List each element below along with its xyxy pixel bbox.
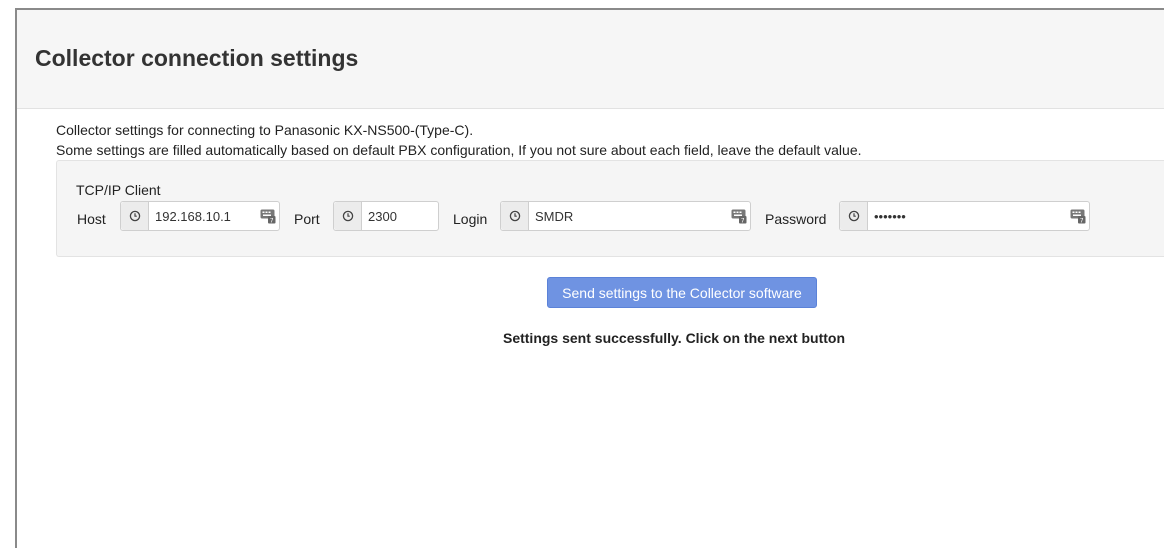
page-title: Collector connection settings [35, 45, 359, 71]
svg-text:7: 7 [270, 217, 274, 224]
password-label: Password [765, 211, 827, 227]
host-input-group: 7 [120, 201, 280, 231]
keyboard-icon[interactable]: 7 [728, 202, 750, 230]
svg-text:7: 7 [1080, 217, 1084, 224]
send-settings-button[interactable]: Send settings to the Collector software [547, 277, 817, 308]
clock-icon [334, 202, 362, 230]
settings-window: Collector connection settings Collector … [15, 8, 1164, 548]
password-input[interactable] [868, 202, 1067, 230]
host-label: Host [77, 211, 106, 227]
clock-icon [840, 202, 868, 230]
page-header: Collector connection settings [17, 10, 1164, 109]
login-label: Login [453, 211, 488, 227]
login-input[interactable] [529, 202, 728, 230]
description-line-2: Some settings are filled automatically b… [56, 142, 862, 158]
keyboard-icon[interactable]: 7 [257, 202, 279, 230]
panel-title: TCP/IP Client [76, 182, 161, 198]
port-input[interactable] [362, 202, 438, 230]
description-line-1: Collector settings for connecting to Pan… [56, 122, 474, 138]
port-label: Port [294, 211, 320, 227]
password-input-group: 7 [839, 201, 1090, 231]
login-input-group: 7 [500, 201, 751, 231]
host-input[interactable] [149, 202, 257, 230]
svg-text:7: 7 [741, 217, 745, 224]
clock-icon [121, 202, 149, 230]
keyboard-icon[interactable]: 7 [1067, 202, 1089, 230]
clock-icon [501, 202, 529, 230]
tcp-ip-client-panel: TCP/IP Client Host 7 Port Login [56, 160, 1164, 257]
port-input-group [333, 201, 439, 231]
status-message: Settings sent successfully. Click on the… [502, 330, 846, 346]
